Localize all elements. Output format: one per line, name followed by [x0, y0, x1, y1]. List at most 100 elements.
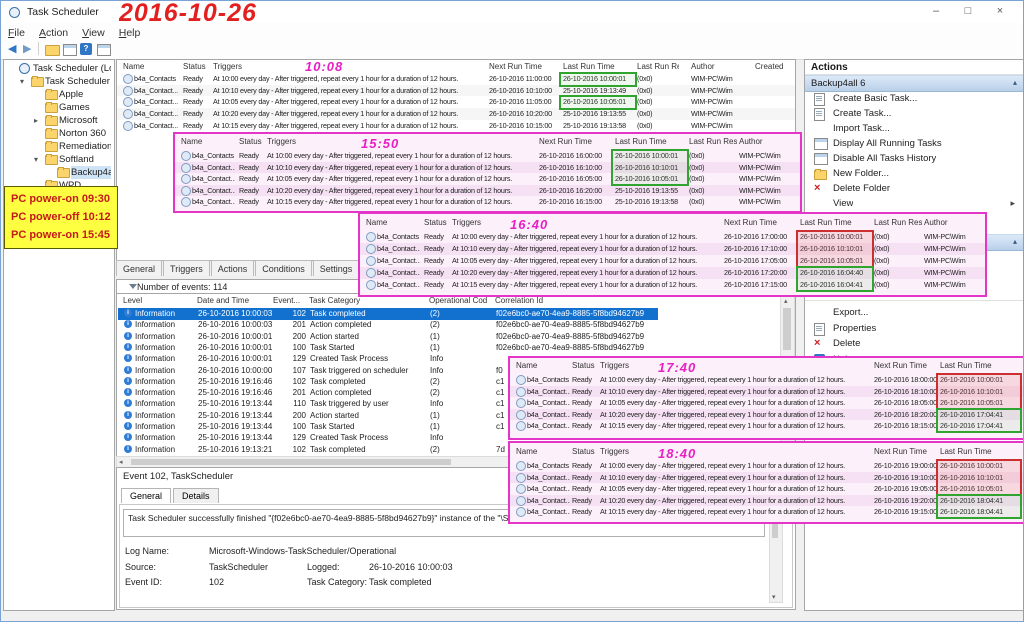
column-header-name[interactable]: Name [516, 361, 570, 370]
menu-file[interactable]: File [1, 26, 32, 40]
action-item-export-[interactable]: Export... [805, 305, 1023, 320]
console-window-icon[interactable] [63, 44, 77, 56]
menu-help[interactable]: Help [112, 26, 148, 40]
column-header-name[interactable]: Name [366, 218, 420, 227]
scroll-thumb[interactable] [783, 308, 791, 350]
tab-general[interactable]: General [116, 260, 162, 276]
tree-item-task-scheduler-local-[interactable]: Task Scheduler (Local) [5, 62, 111, 75]
menu-view[interactable]: View [75, 26, 112, 40]
action-item-create-basic-task-[interactable]: Create Basic Task... [805, 91, 1023, 106]
collapse-icon[interactable]: ▴ [1013, 78, 1017, 87]
help-icon[interactable]: ? [80, 43, 92, 55]
column-header-eid[interactable]: Event... [273, 296, 305, 305]
scroll-up-icon[interactable]: ▴ [784, 297, 788, 306]
history-row[interactable]: iInformation26-10-2016 10:00:03201Action… [118, 319, 792, 331]
column-header-level[interactable]: Level [123, 296, 195, 305]
action-item-create-task-[interactable]: Create Task... [805, 106, 1023, 121]
column-header-last[interactable]: Last Run Time [615, 137, 685, 146]
column-header-status[interactable]: Status [572, 361, 600, 370]
filter-icon[interactable] [129, 284, 137, 289]
column-header-status[interactable]: Status [424, 218, 452, 227]
column-header-name[interactable]: Name [123, 62, 179, 71]
column-header-op[interactable]: Operational Code [429, 296, 487, 305]
action-pane-icon[interactable] [97, 44, 111, 56]
column-header-created[interactable]: Created [755, 62, 791, 71]
column-header-status[interactable]: Status [183, 62, 211, 71]
action-item-delete-folder[interactable]: ×Delete Folder [805, 181, 1023, 196]
task-row[interactable]: b4a_Contact...ReadyAt 10:10 every day - … [117, 85, 795, 97]
forward-icon[interactable]: ▶ [23, 42, 31, 55]
column-header-date[interactable]: Date and Time [197, 296, 275, 305]
column-header-cat[interactable]: Task Category [309, 296, 427, 305]
history-row[interactable]: iInformation26-10-2016 10:00:01100Task S… [118, 342, 792, 354]
column-header-next[interactable]: Next Run Time [539, 137, 611, 146]
column-header-last[interactable]: Last Run Time [940, 361, 1018, 370]
tab-actions[interactable]: Actions [211, 260, 255, 276]
tree-item-apple[interactable]: Apple [5, 88, 111, 101]
action-item-new-folder-[interactable]: New Folder... [805, 166, 1023, 181]
tab-conditions[interactable]: Conditions [255, 260, 312, 276]
column-header-trigger[interactable]: Triggers [213, 62, 487, 71]
scroll-left-icon[interactable]: ◂ [119, 458, 123, 467]
event-tab-details[interactable]: Details [173, 488, 219, 503]
column-header-name[interactable]: Name [516, 447, 570, 456]
column-header-last[interactable]: Last Run Time [563, 62, 633, 71]
action-item-delete[interactable]: ×Delete [805, 336, 1023, 351]
tab-triggers[interactable]: Triggers [163, 260, 210, 276]
history-row[interactable]: iInformation26-10-2016 10:00:01200Action… [118, 331, 792, 343]
history-row[interactable]: iInformation26-10-2016 10:00:03102Task c… [118, 308, 658, 320]
action-item-import-task-[interactable]: Import Task... [805, 121, 1023, 136]
column-header-next[interactable]: Next Run Time [489, 62, 559, 71]
maximize-button[interactable]: □ [953, 4, 983, 20]
column-header-author[interactable]: Author [691, 62, 749, 71]
expander-icon[interactable]: ▸ [34, 114, 38, 127]
action-item-disable-all-tasks-history[interactable]: Disable All Tasks History [805, 151, 1023, 166]
scroll-thumb[interactable] [131, 459, 451, 465]
tree-item-norton-360[interactable]: Norton 360 [5, 127, 111, 140]
tab-settings[interactable]: Settings [313, 260, 360, 276]
actions-section-header[interactable]: Backup4all 6 ▴ [805, 75, 1023, 92]
tree-item-microsoft[interactable]: ▸Microsoft [5, 114, 111, 127]
event-tab-general[interactable]: General [121, 488, 171, 503]
expander-icon[interactable]: ▾ [34, 153, 38, 166]
column-header-result[interactable]: Last Run Result [874, 218, 922, 227]
column-header-result[interactable]: Last Run Result [689, 137, 737, 146]
expander-icon[interactable]: ▾ [20, 75, 24, 88]
action-item-view[interactable]: View▸ [805, 196, 1023, 211]
action-item-display-all-running-tasks[interactable]: Display All Running Tasks [805, 136, 1023, 151]
column-header-trigger[interactable]: Triggers [600, 447, 872, 456]
column-header-trigger[interactable]: Triggers [600, 361, 872, 370]
author-cell: WIM-PC\Wim [924, 268, 980, 277]
column-header-next[interactable]: Next Run Time [724, 218, 796, 227]
minimize-button[interactable]: – [921, 4, 951, 20]
close-button[interactable]: × [985, 4, 1015, 20]
column-header-last[interactable]: Last Run Time [800, 218, 870, 227]
tree-item-backup4all-6[interactable]: Backup4all 6 [5, 166, 111, 179]
column-header-trigger[interactable]: Triggers [267, 137, 537, 146]
action-item-properties[interactable]: Properties [805, 321, 1023, 336]
tree-item-softland[interactable]: ▾Softland [5, 153, 111, 166]
task-row[interactable]: b4a_ContactsReadyAt 10:00 every day - Af… [117, 73, 795, 85]
export-folder-icon[interactable] [45, 45, 60, 56]
column-header-next[interactable]: Next Run Time [874, 361, 936, 370]
column-header-author[interactable]: Author [924, 218, 980, 227]
collapse-icon[interactable]: ▴ [1013, 237, 1017, 246]
task-row[interactable]: b4a_Contact...ReadyAt 10:15 every day - … [117, 120, 795, 132]
column-header-status[interactable]: Status [239, 137, 267, 146]
tree-item-task-scheduler-library[interactable]: ▾Task Scheduler Library [5, 75, 111, 88]
menu-action[interactable]: Action [32, 26, 75, 40]
column-header-author[interactable]: Author [739, 137, 795, 146]
task-row[interactable]: b4a_Contact...ReadyAt 10:05 every day - … [117, 96, 795, 108]
back-icon[interactable]: ◀ [8, 42, 16, 55]
tree-item-games[interactable]: Games [5, 101, 111, 114]
column-header-next[interactable]: Next Run Time [874, 447, 936, 456]
column-header-name[interactable]: Name [181, 137, 235, 146]
column-header-result[interactable]: Last Run Result [637, 62, 679, 71]
tree-item-remediation[interactable]: Remediation [5, 140, 111, 153]
column-header-status[interactable]: Status [572, 447, 600, 456]
column-header-trigger[interactable]: Triggers [452, 218, 722, 227]
column-header-last[interactable]: Last Run Time [940, 447, 1018, 456]
scroll-down-icon[interactable]: ▾ [772, 593, 776, 602]
task-row[interactable]: b4a_Contact...ReadyAt 10:20 every day - … [117, 108, 795, 120]
column-header-corr[interactable]: Correlation Id [495, 296, 653, 305]
